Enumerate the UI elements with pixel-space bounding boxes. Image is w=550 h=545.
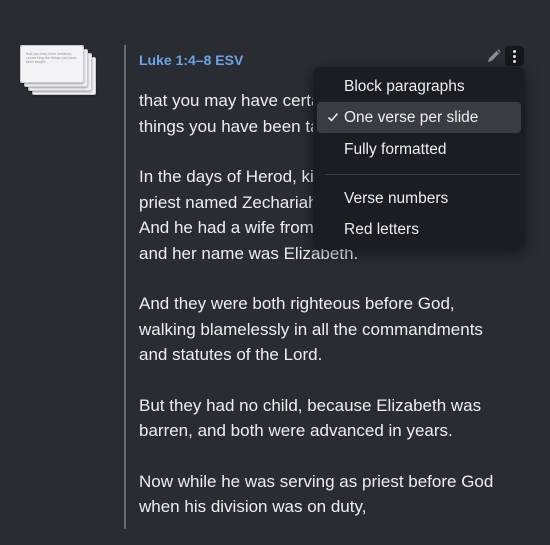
menu-item-verse-numbers[interactable]: Verse numbers bbox=[317, 183, 521, 214]
menu-item-label: Verse numbers bbox=[344, 190, 449, 207]
kebab-dot bbox=[513, 50, 516, 53]
kebab-dot bbox=[513, 60, 516, 63]
kebab-dot bbox=[513, 55, 516, 58]
passage-paragraph: But they had no child, because Elizabeth… bbox=[139, 395, 482, 441]
checkmark-icon bbox=[327, 112, 339, 122]
passage-paragraph: Now while he was serving as priest befor… bbox=[139, 471, 494, 517]
menu-item-red-letters[interactable]: Red letters bbox=[317, 214, 521, 245]
passage-reference: Luke 1:4–8 ESV bbox=[139, 52, 244, 68]
menu-item-label: Red letters bbox=[344, 221, 419, 238]
menu-item-one-verse-per-slide[interactable]: One verse per slide bbox=[317, 102, 521, 133]
menu-item-block-paragraphs[interactable]: Block paragraphs bbox=[317, 71, 521, 102]
slide-thumbnail-stack[interactable]: that you may have certainty concerning t… bbox=[20, 45, 96, 97]
menu-item-label: Block paragraphs bbox=[344, 78, 465, 95]
thumbnail-text: that you may have certainty concerning t… bbox=[26, 52, 77, 64]
options-menu: Block paragraphs One verse per slide Ful… bbox=[313, 67, 525, 249]
menu-item-label: One verse per slide bbox=[344, 109, 479, 126]
passage-divider bbox=[124, 45, 126, 529]
slide-thumbnail[interactable]: that you may have certainty concerning t… bbox=[20, 45, 84, 83]
more-options-button[interactable] bbox=[505, 46, 524, 66]
menu-item-fully-formatted[interactable]: Fully formatted bbox=[317, 134, 521, 165]
pencil-icon[interactable] bbox=[486, 48, 502, 64]
menu-item-label: Fully formatted bbox=[344, 141, 447, 158]
passage-paragraph: And they were both righteous before God,… bbox=[139, 294, 483, 364]
menu-separator bbox=[325, 174, 520, 175]
